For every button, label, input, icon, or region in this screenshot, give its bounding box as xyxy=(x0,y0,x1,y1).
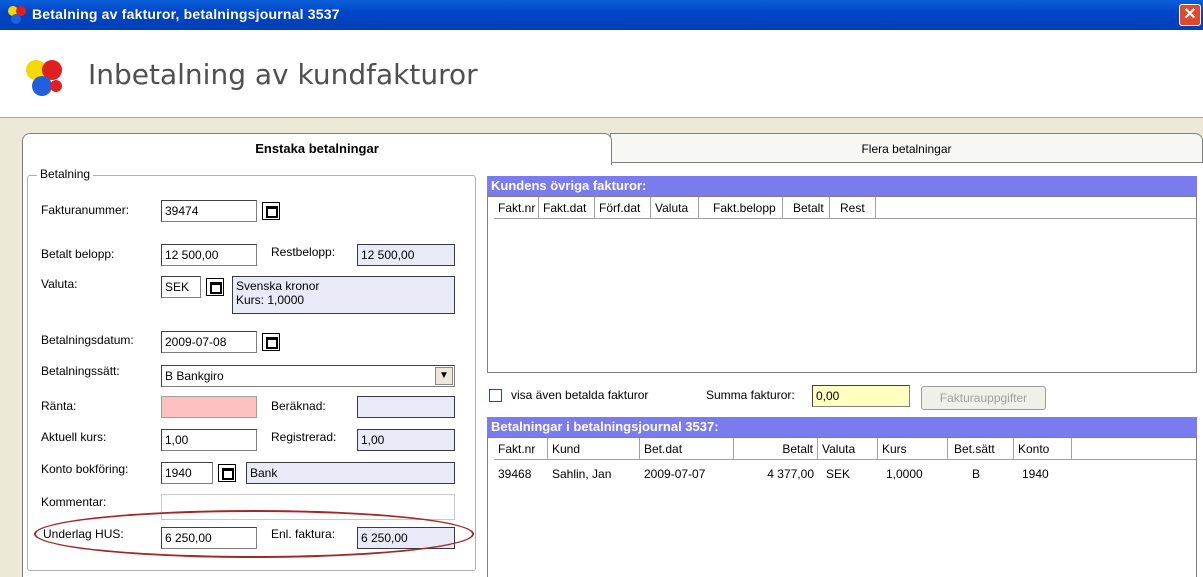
show-paid-label: visa även betalda fakturor xyxy=(511,388,649,402)
currency-rate: Kurs: 1,0000 xyxy=(236,293,305,307)
invoice-lookup-button[interactable] xyxy=(262,202,280,220)
column-header[interactable]: Kund xyxy=(548,438,640,460)
cell-valuta: SEK xyxy=(826,467,851,481)
payment-group-label: Betalning xyxy=(37,167,94,181)
column-header[interactable]: Valuta xyxy=(818,438,878,460)
column-header[interactable]: Fakt.nr xyxy=(494,438,548,460)
currency-info: Svenska kronor Kurs: 1,0000 xyxy=(232,276,455,314)
column-header[interactable]: Förf.dat xyxy=(595,197,651,219)
payment-date-field[interactable]: 2009-07-08 xyxy=(161,331,257,353)
cell-fakt-nr: 39468 xyxy=(498,467,532,481)
current-rate-label: Aktuell kurs: xyxy=(41,430,107,444)
account-name-field: Bank xyxy=(246,462,455,484)
other-invoices-title: Kundens övriga fakturor: xyxy=(487,176,1197,196)
window-title: Betalning av fakturor, betalningsjournal… xyxy=(32,6,340,22)
app-logo-icon xyxy=(26,60,62,96)
cell-konto: 1940 xyxy=(1022,467,1049,481)
remaining-field: 12 500,00 xyxy=(357,244,455,266)
cell-kurs: 1,0000 xyxy=(886,467,923,481)
tab-enstaka-betalningar[interactable]: Enstaka betalningar xyxy=(22,133,612,165)
column-header[interactable]: Fakt.dat xyxy=(539,197,595,219)
window-titlebar: Betalning av fakturor, betalningsjournal… xyxy=(0,0,1203,30)
column-header[interactable]: Valuta xyxy=(651,197,699,219)
account-label: Konto bokföring: xyxy=(41,462,129,476)
column-header[interactable]: Betalt xyxy=(783,197,830,219)
journal-list[interactable]: Fakt.nr Kund Bet.dat Betalt Valuta Kurs … xyxy=(487,437,1197,577)
page-title: Inbetalning av kundfakturor xyxy=(88,58,478,91)
sum-label: Summa fakturor: xyxy=(706,388,795,402)
tab-flera-betalningar[interactable]: Flera betalningar xyxy=(610,133,1203,163)
method-value: B Bankgiro xyxy=(165,369,224,383)
invoice-number-field[interactable]: 39474 xyxy=(161,200,257,222)
cell-kund: Sahlin, Jan xyxy=(552,467,612,481)
remaining-label: Restbelopp: xyxy=(271,245,336,259)
highlight-ellipse xyxy=(34,510,474,558)
currency-field[interactable]: SEK xyxy=(161,276,201,298)
column-header[interactable]: Fakt.nr xyxy=(494,197,539,219)
column-header[interactable]: Fakt.belopp xyxy=(699,197,783,219)
registered-label: Registrerad: xyxy=(271,430,337,444)
comment-label: Kommentar: xyxy=(41,495,107,509)
column-header[interactable]: Betalt xyxy=(734,438,818,460)
interest-label: Ränta: xyxy=(41,399,77,413)
app-logo-icon xyxy=(8,6,26,24)
invoice-details-button[interactable]: Fakturauppgifter xyxy=(921,386,1046,410)
registered-field: 1,00 xyxy=(357,429,455,451)
calculated-field xyxy=(357,396,455,418)
currency-name: Svenska kronor xyxy=(236,279,320,293)
chevron-down-icon[interactable]: ▼ xyxy=(435,367,453,385)
sum-field: 0,00 xyxy=(812,385,910,407)
journal-section: Betalningar i betalningsjournal 3537: xyxy=(487,417,1197,437)
interest-field[interactable] xyxy=(161,396,257,418)
column-header[interactable]: Bet.sätt xyxy=(948,438,1014,460)
column-header[interactable]: Kurs xyxy=(878,438,948,460)
table-row[interactable]: 39468 Sahlin, Jan 2009-07-07 4 377,00 SE… xyxy=(488,467,1196,485)
column-header-filler xyxy=(1072,438,1196,460)
cell-bet-dat: 2009-07-07 xyxy=(644,467,706,481)
calculated-label: Beräknad: xyxy=(271,399,326,413)
method-label: Betalningssätt: xyxy=(41,364,120,378)
journal-title: Betalningar i betalningsjournal 3537: xyxy=(487,417,1197,437)
currency-lookup-button[interactable] xyxy=(206,278,224,296)
account-lookup-button[interactable] xyxy=(218,464,236,482)
method-select[interactable]: B Bankgiro ▼ xyxy=(161,365,455,387)
date-picker-button[interactable] xyxy=(262,333,280,351)
currency-label: Valuta: xyxy=(41,277,78,291)
column-header[interactable]: Rest xyxy=(830,197,876,219)
account-field[interactable]: 1940 xyxy=(161,462,213,484)
column-header[interactable]: Bet.dat xyxy=(640,438,734,460)
column-header-filler xyxy=(876,197,1196,219)
column-header[interactable]: Konto xyxy=(1014,438,1072,460)
cell-bet-satt: B xyxy=(972,467,981,481)
cell-betalt: 4 377,00 xyxy=(767,467,814,481)
close-button[interactable]: ✕ xyxy=(1179,4,1201,26)
paid-amount-label: Betalt belopp: xyxy=(41,247,115,261)
paid-amount-field[interactable]: 12 500,00 xyxy=(161,244,257,266)
show-paid-checkbox[interactable] xyxy=(489,389,502,402)
other-invoices-list[interactable]: Fakt.nr Fakt.dat Förf.dat Valuta Fakt.be… xyxy=(487,196,1197,373)
current-rate-field[interactable]: 1,00 xyxy=(161,429,257,451)
page-header: Inbetalning av kundfakturor xyxy=(0,30,1203,118)
invoice-number-label: Fakturanummer: xyxy=(41,203,130,217)
payment-date-label: Betalningsdatum: xyxy=(41,333,134,347)
other-invoices-section: Kundens övriga fakturor: xyxy=(487,176,1197,196)
